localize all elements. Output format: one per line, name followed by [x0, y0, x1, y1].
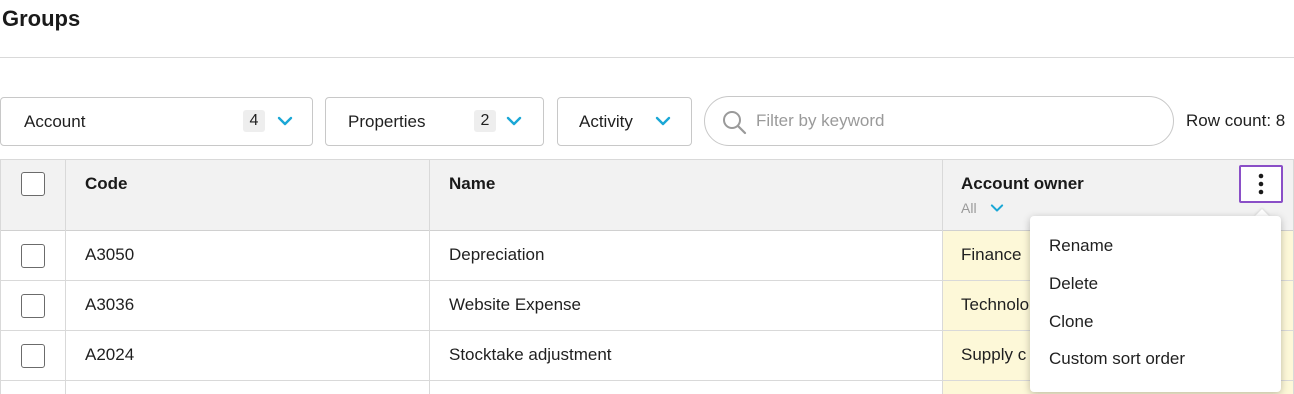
- row-checkbox[interactable]: [21, 344, 45, 368]
- owner-cell-text: Technolo: [961, 295, 1030, 314]
- menu-item-custom-sort-order[interactable]: Custom sort order: [1049, 349, 1185, 369]
- properties-filter-count: 2: [474, 110, 496, 132]
- account-owner-filter-value: All: [961, 200, 977, 216]
- row-count-label: Row count: 8: [1186, 111, 1286, 130]
- code-cell: A3036: [85, 295, 135, 314]
- properties-filter-button[interactable]: Properties 2: [325, 97, 544, 146]
- search-icon: [723, 111, 747, 135]
- column-divider: [65, 159, 66, 394]
- account-filter-label: Account: [24, 111, 86, 131]
- column-options-menu: Rename Delete Clone Custom sort order: [1030, 216, 1281, 392]
- account-owner-filter[interactable]: All: [961, 200, 1005, 216]
- code-cell: A2024: [85, 345, 135, 364]
- name-cell: Stocktake adjustment: [449, 345, 612, 364]
- row-checkbox[interactable]: [21, 244, 45, 268]
- code-column-header[interactable]: Code: [85, 174, 128, 194]
- account-owner-column-header[interactable]: Account owner: [961, 174, 1084, 194]
- select-all-checkbox[interactable]: [21, 172, 45, 196]
- menu-item-rename[interactable]: Rename: [1049, 236, 1113, 256]
- chevron-down-icon: [506, 116, 522, 126]
- row-checkbox[interactable]: [21, 294, 45, 318]
- column-divider: [0, 159, 1, 394]
- column-divider: [429, 159, 430, 394]
- keyword-search-box[interactable]: [704, 96, 1174, 146]
- name-column-header[interactable]: Name: [449, 174, 495, 194]
- more-vertical-icon: [1258, 173, 1264, 195]
- account-filter-count: 4: [243, 110, 265, 132]
- chevron-down-icon: [990, 204, 1003, 212]
- properties-filter-label: Properties: [348, 111, 426, 131]
- column-divider: [942, 159, 943, 394]
- activity-filter-label: Activity: [579, 111, 633, 131]
- menu-item-delete[interactable]: Delete: [1049, 274, 1098, 294]
- name-cell: Depreciation: [449, 245, 545, 264]
- menu-item-clone[interactable]: Clone: [1049, 312, 1093, 332]
- keyword-search-input[interactable]: [756, 107, 1156, 135]
- code-cell: A3050: [85, 245, 135, 264]
- page-title: Groups: [2, 6, 81, 31]
- name-cell: Website Expense: [449, 295, 581, 314]
- owner-cell-text: Finance: [961, 245, 1022, 264]
- account-filter-button[interactable]: Account 4: [0, 97, 313, 146]
- chevron-down-icon: [277, 116, 293, 126]
- chevron-down-icon: [655, 116, 671, 126]
- column-options-button[interactable]: [1239, 165, 1283, 203]
- activity-filter-button[interactable]: Activity: [557, 97, 692, 146]
- owner-cell-text: Supply c: [961, 345, 1027, 364]
- title-divider: [0, 57, 1294, 58]
